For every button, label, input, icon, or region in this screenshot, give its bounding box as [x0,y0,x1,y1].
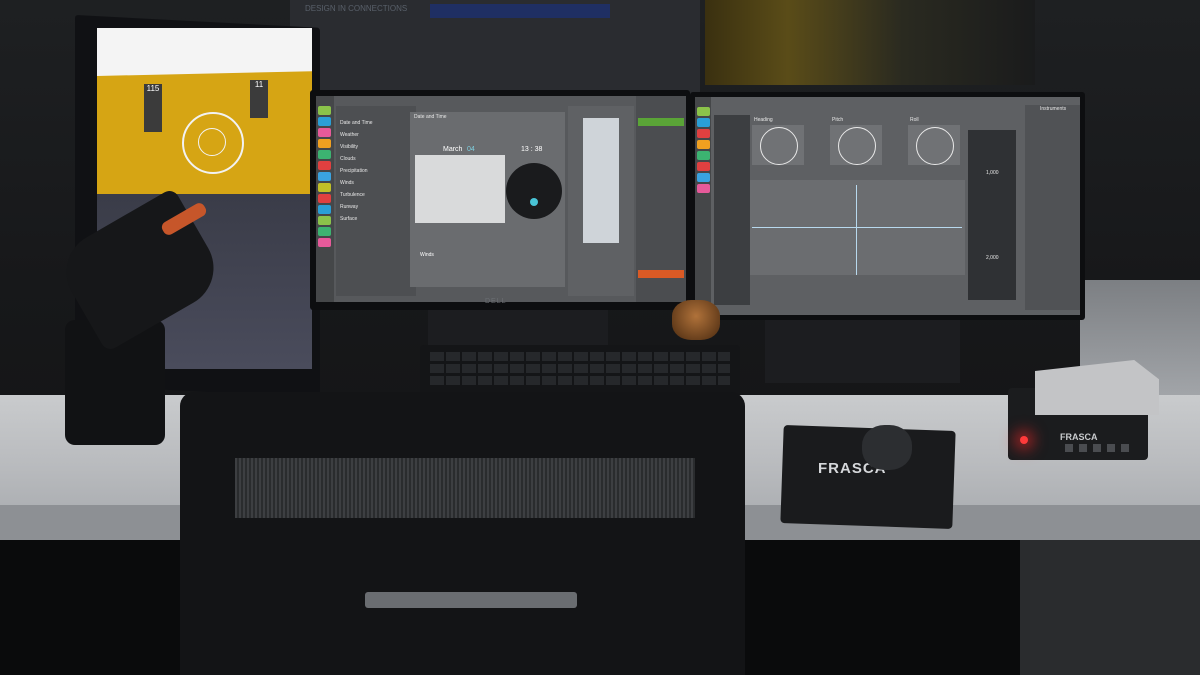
category-icon[interactable] [697,162,710,171]
right-monitor-stand [765,315,960,383]
scenario-status-button[interactable] [638,118,684,126]
mouse[interactable] [862,425,912,470]
background-window [705,0,1035,85]
altitude-scale [968,130,1016,300]
interface-ports [1065,444,1135,452]
category-icon[interactable] [318,194,331,203]
altitude-tape: 11 [250,80,268,118]
heading-gauge: Heading [752,117,804,165]
scenario-action-button[interactable] [638,270,684,278]
airspeed-scale [714,115,750,305]
monitor-brand: DELL [485,298,507,305]
heading-compass-inner [198,128,226,156]
poster-text: DESIGN IN CONNECTIONS [305,4,408,13]
altitude-readout: 11 [254,80,264,89]
keyboard-row [430,364,730,373]
time-dial-handle[interactable] [530,198,538,206]
power-led-icon [1020,436,1028,444]
category-icon[interactable] [318,227,331,236]
desk-cabinet [1020,540,1200,675]
poster-banner [430,4,610,18]
pitch-gauge: Pitch [830,117,882,165]
nav-item[interactable]: Weather [340,132,416,144]
category-icon[interactable] [318,150,331,159]
plot-horizontal-axis [752,227,962,228]
time-dial[interactable] [506,163,562,219]
category-icon[interactable] [697,151,710,160]
chair-mesh [235,458,695,518]
chair-handle [365,592,577,608]
airspeed-readout: 115 [146,84,160,93]
nav-item[interactable]: Winds [340,180,416,192]
panel-title: Date and Time [414,114,447,120]
nav-item[interactable]: Precipitation [340,168,416,180]
category-icon[interactable] [318,205,331,214]
nav-item[interactable]: Turbulence [340,192,416,204]
settings-nav: Date and Time Weather Visibility Clouds Prec… [336,106,416,296]
category-icon[interactable] [318,161,331,170]
category-icon[interactable] [318,117,331,126]
attitude-indicator-sky [97,28,312,76]
category-sidebar [316,96,334,302]
webcam-object [672,300,720,340]
keyboard-row [430,352,730,361]
category-icon[interactable] [318,216,331,225]
roll-gauge-label: Roll [910,117,919,123]
instruments-panel [1025,105,1080,310]
category-icon[interactable] [318,139,331,148]
category-icon[interactable] [318,183,331,192]
heading-gauge-label: Heading [754,117,773,123]
month-label: March [443,146,463,153]
office-chair [180,392,745,675]
category-icon[interactable] [318,128,331,137]
nav-item[interactable]: Surface [340,216,416,228]
category-icon[interactable] [318,106,331,115]
category-icon[interactable] [697,140,710,149]
category-icon[interactable] [697,107,710,116]
winds-section-label: Winds [420,252,434,258]
nav-item[interactable]: Date and Time [340,120,416,132]
altitude-bar[interactable] [583,118,619,243]
category-icon[interactable] [697,173,710,182]
pitch-gauge-label: Pitch [832,117,844,123]
category-icon[interactable] [697,184,710,193]
nav-item[interactable]: Clouds [340,156,416,168]
day-label: 04 [467,146,475,153]
airspeed-tape: 115 [144,84,162,132]
keyboard-row [430,376,730,385]
category-icon[interactable] [697,129,710,138]
nav-item[interactable]: Runway [340,204,416,216]
nav-item[interactable]: Visibility [340,144,416,156]
interface-box-logo: FRASCA [1060,432,1098,442]
category-icon[interactable] [697,118,710,127]
category-icon[interactable] [318,172,331,181]
roll-gauge: Roll [908,117,960,165]
instruments-panel-title: Instruments [1040,106,1067,112]
time-label: 13 : 38 [521,146,543,153]
altitude-readout-lower: 2,000 [986,255,999,261]
right-category-sidebar [695,97,711,315]
altitude-readout-upper: 1,000 [986,170,999,176]
calendar-grid[interactable] [415,155,505,223]
category-icon[interactable] [318,238,331,247]
plot-vertical-axis [856,185,857,275]
